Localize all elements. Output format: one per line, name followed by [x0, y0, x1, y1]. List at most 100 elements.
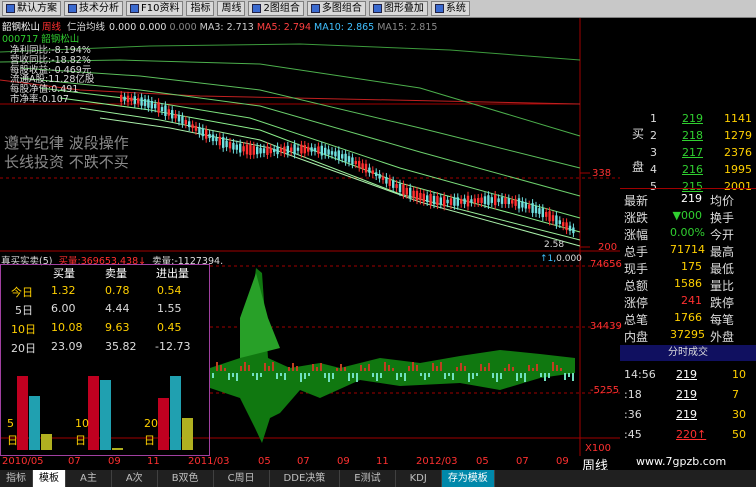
indicator-bar	[224, 368, 226, 371]
orderbook-row[interactable]: 2 218 1279	[620, 129, 756, 144]
indicator-bar	[544, 373, 546, 381]
indicator-bar	[348, 373, 350, 381]
indicator-bar	[492, 373, 494, 378]
indicator-bar	[360, 365, 362, 371]
indicator-bar	[308, 373, 310, 376]
toolbar-tech-analysis-button[interactable]: 技术分析	[64, 1, 123, 16]
toolbar-indicator-button[interactable]: 指标	[186, 1, 215, 16]
f10-icon	[130, 4, 139, 13]
system-icon	[434, 4, 444, 13]
indicator-bar	[344, 367, 346, 371]
indicator-bar	[552, 362, 554, 371]
ind-axis-34439: 34439	[590, 321, 622, 332]
watermark-text: 遵守纪律 波段操作 长线投资 不跌不买	[4, 134, 129, 171]
indicator-bar	[252, 373, 254, 376]
indicator-bar	[340, 364, 342, 371]
price-axis-200: 200	[598, 242, 618, 253]
sell-volume-extra: ↑1,0.000	[540, 254, 582, 264]
indicator-bar	[276, 373, 278, 379]
indicator-bar	[420, 373, 422, 376]
tick-row: :36 219 30	[624, 408, 746, 421]
quote-row: 内盘 37295 外盘	[624, 328, 735, 344]
quote-row: 涨幅 0.00% 今开	[624, 226, 735, 242]
indicator-bar	[372, 373, 374, 377]
indicator-bar	[480, 364, 482, 371]
indicator-bar	[564, 373, 566, 380]
indicator-bar	[268, 366, 270, 371]
indicator-bar	[376, 373, 378, 381]
quote-row: 现手 175 最低	[624, 260, 735, 276]
bar-label-5: 5日	[7, 417, 18, 447]
toolbar-default-scheme-button[interactable]: 默认方案	[2, 1, 61, 16]
indicator-bar	[440, 362, 442, 371]
indicator-bar	[292, 363, 294, 371]
tab-dde[interactable]: DDE决策	[270, 470, 341, 487]
ma5-value: MA5: 2.794	[256, 22, 311, 33]
indicator-bar	[368, 364, 370, 371]
indicator-bar	[328, 373, 330, 382]
indicator-bar	[380, 373, 382, 378]
indicator-bar	[484, 367, 486, 371]
ma10-value: MA10: 2.865	[314, 22, 375, 33]
tab-indicator[interactable]: 指标	[0, 470, 33, 487]
indicator-bar	[232, 373, 234, 377]
indicator-bar	[272, 362, 274, 371]
toolbar-weekly-button[interactable]: 周线	[217, 1, 246, 16]
indicator-bar	[400, 373, 402, 377]
tab-template[interactable]: 模板	[33, 470, 66, 487]
two-chart-icon	[252, 4, 262, 13]
indicator-bar	[244, 362, 246, 371]
overlay-icon	[372, 4, 382, 13]
tick-row: 14:56 219 10	[624, 368, 746, 381]
quote-row: 涨跌 ▼000 换手	[624, 209, 735, 225]
indicator-bar	[512, 367, 514, 371]
indicator-bar	[336, 368, 338, 371]
toolbar-overlay-button[interactable]: 图形叠加	[368, 1, 428, 16]
price-axis-338: 338	[592, 168, 612, 179]
toolbar-f10-button[interactable]: F10资料	[126, 1, 184, 16]
toolbar-system-button[interactable]: 系统	[430, 1, 470, 16]
indicator-bar	[324, 373, 326, 378]
tab-kdj[interactable]: KDJ	[396, 470, 442, 487]
indicator-bar	[228, 373, 230, 380]
ticks-title: 分时成交	[620, 345, 756, 361]
indicator-bar	[300, 373, 302, 382]
indicator-bar	[528, 365, 530, 371]
orderbook-row[interactable]: 4 216 1995	[620, 163, 756, 178]
toolbar-multichart-button[interactable]: 多图组合	[306, 1, 366, 16]
indicator-bar	[508, 364, 510, 371]
indicator-bar	[220, 365, 222, 371]
ind-axis-74656: 74656	[590, 259, 622, 270]
toolbar-2chart-button[interactable]: 2图组合	[248, 1, 304, 16]
bar-label-20: 20 日	[144, 417, 158, 447]
candlesticks	[120, 90, 575, 238]
multi-chart-icon	[310, 4, 320, 13]
orderbook-row[interactable]: 3 217 2376	[620, 146, 756, 161]
indicator-bar	[248, 365, 250, 371]
indicator-bar	[428, 373, 430, 377]
scheme-icon	[6, 4, 15, 13]
tab-e-test[interactable]: E测试	[340, 470, 396, 487]
indicator-tabs: 指标 模板 A主 A次 B双色 C周日 DDE决策 E测试 KDJ 存为模板	[0, 470, 756, 487]
indicator-bar	[452, 373, 454, 380]
quote-row: 最新 219 均价	[624, 192, 735, 208]
indicator-bar	[284, 373, 286, 380]
indicator-bar	[388, 365, 390, 371]
tab-b-dual[interactable]: B双色	[158, 470, 214, 487]
tab-c-week[interactable]: C周日	[214, 470, 270, 487]
indicator-bar	[416, 365, 418, 371]
buysell-panel: 买量 卖量 进出量 今日 1.32 0.78 0.54 5日 6.00 4.44…	[0, 264, 210, 456]
indicator-bar	[260, 373, 262, 377]
indicator-bar	[540, 373, 542, 377]
tab-a-sub[interactable]: A次	[112, 470, 158, 487]
indicator-bar	[520, 373, 522, 378]
indicator-bar	[472, 373, 474, 379]
orderbook-row[interactable]: 1 219 1141	[620, 112, 756, 127]
fundamentals-block: 净利同比:-8.194% 营收同比:-18.82% 每股收益:-0.469元 流…	[10, 45, 95, 105]
indicator-bar	[488, 363, 490, 371]
tab-a-main[interactable]: A主	[66, 470, 112, 487]
indicator-bar	[568, 373, 570, 377]
indicator-bar	[256, 373, 258, 380]
low-price-label: 2.58	[544, 240, 565, 250]
tab-save-template[interactable]: 存为模板	[441, 470, 495, 487]
